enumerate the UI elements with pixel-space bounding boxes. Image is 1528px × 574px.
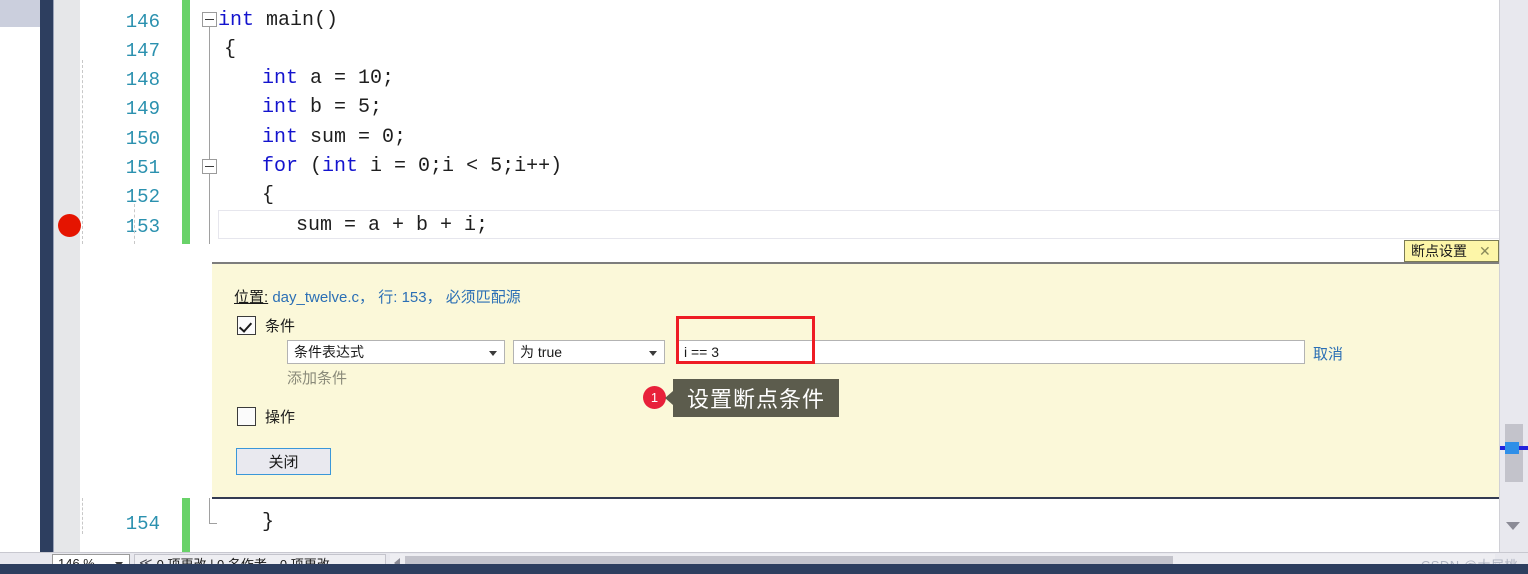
- breakpoint-marker[interactable]: [58, 214, 81, 237]
- annotation-badge: 1: [643, 386, 666, 409]
- collapse-toggle-for[interactable]: [202, 159, 217, 174]
- breakpoint-settings-title-label: 断点设置: [1411, 243, 1467, 259]
- navy-accent-bar: [40, 0, 53, 552]
- condition-comparison-select[interactable]: 为 true: [513, 340, 665, 364]
- line-number: 148: [125, 69, 160, 91]
- change-bar: [182, 498, 190, 552]
- indent-guide: [82, 498, 83, 534]
- line-number: 152: [125, 186, 160, 208]
- condition-checkbox[interactable]: [237, 316, 256, 335]
- line-number: 150: [125, 128, 160, 150]
- close-button[interactable]: 关闭: [236, 448, 331, 475]
- vertical-scrollbar[interactable]: [1500, 0, 1528, 552]
- action-checkbox-label: 操作: [265, 409, 296, 426]
- line-number: 147: [125, 40, 160, 62]
- close-button-label: 关闭: [268, 454, 299, 471]
- code-keyword: int: [262, 67, 299, 90]
- line-number: 153: [125, 216, 160, 238]
- action-checkbox[interactable]: [237, 407, 256, 426]
- breakpoint-location-row: 位置: day_twelve.c， 行: 153， 必须匹配源: [234, 286, 521, 307]
- condition-type-select[interactable]: 条件表达式: [287, 340, 505, 364]
- location-file-link[interactable]: day_twelve.c，: [272, 289, 374, 306]
- breakpoint-settings-panel: 位置: day_twelve.c， 行: 153， 必须匹配源 条件 条件表达式…: [212, 262, 1500, 499]
- code-keyword: int: [218, 9, 255, 32]
- outline-elbow: [209, 523, 217, 524]
- code-keyword: int: [262, 96, 299, 119]
- condition-expression-input[interactable]: i == 3: [677, 340, 1305, 364]
- bottom-navy-strip: [0, 564, 1528, 574]
- code-text-span: i = 0;i < 5;i++): [358, 155, 563, 178]
- indent-guide: [82, 60, 83, 244]
- code-line: }: [262, 511, 275, 534]
- code-keyword: int: [322, 155, 359, 178]
- action-checkbox-row[interactable]: 操作: [237, 406, 295, 427]
- condition-expression-value: i == 3: [684, 344, 720, 360]
- condition-type-value: 条件表达式: [294, 344, 364, 360]
- tab-placeholder-block: [0, 0, 40, 27]
- code-text-span: b = 5;: [298, 96, 383, 119]
- code-text-span: a = 10;: [298, 67, 395, 90]
- collapse-toggle-main[interactable]: [202, 12, 217, 27]
- breakpoint-gutter[interactable]: [54, 0, 80, 552]
- add-condition-link[interactable]: 添加条件: [287, 367, 347, 388]
- annotation-tooltip-label: 设置断点条件: [687, 387, 826, 412]
- annotation-tooltip: 设置断点条件: [664, 379, 840, 417]
- scrollbar-caret-marker: [1505, 442, 1519, 454]
- line-number: 149: [125, 98, 160, 120]
- chevron-down-icon: [489, 351, 497, 356]
- indent-guide: [134, 204, 135, 244]
- line-number: 151: [125, 157, 160, 179]
- change-bar: [182, 0, 190, 244]
- ide-window: 146 147 148 149 150 151 152 153 154 int …: [0, 0, 1528, 574]
- outline-connector: [209, 498, 210, 524]
- close-icon[interactable]: ✕: [1479, 244, 1491, 258]
- code-text-span: (: [298, 155, 323, 178]
- chevron-down-icon: [649, 351, 657, 356]
- line-number: 146: [125, 11, 160, 33]
- condition-checkbox-label: 条件: [265, 318, 296, 335]
- code-line: sum = a + b + i;: [296, 214, 489, 237]
- condition-comparison-value: 为 true: [520, 344, 563, 360]
- cancel-link[interactable]: 取消: [1313, 343, 1343, 364]
- code-text-span: main(): [254, 9, 339, 32]
- left-strip: [0, 0, 40, 552]
- outline-connector: [209, 26, 210, 244]
- line-number-column: 146 147 148 149 150 151 152 153 154: [80, 0, 180, 552]
- location-line: 行: 153，: [378, 289, 442, 306]
- code-text-span: sum = 0;: [298, 126, 407, 149]
- breakpoint-settings-titlebar[interactable]: 断点设置 ✕: [1404, 240, 1499, 262]
- code-line: {: [224, 38, 237, 61]
- location-label: 位置:: [234, 289, 269, 306]
- code-line: {: [262, 184, 275, 207]
- code-keyword: for: [262, 155, 299, 178]
- code-keyword: int: [262, 126, 299, 149]
- condition-checkbox-row[interactable]: 条件: [237, 315, 295, 336]
- location-must-match-source: 必须匹配源: [445, 289, 521, 306]
- line-number: 154: [125, 513, 160, 535]
- scroll-down-arrow-icon[interactable]: [1506, 522, 1520, 530]
